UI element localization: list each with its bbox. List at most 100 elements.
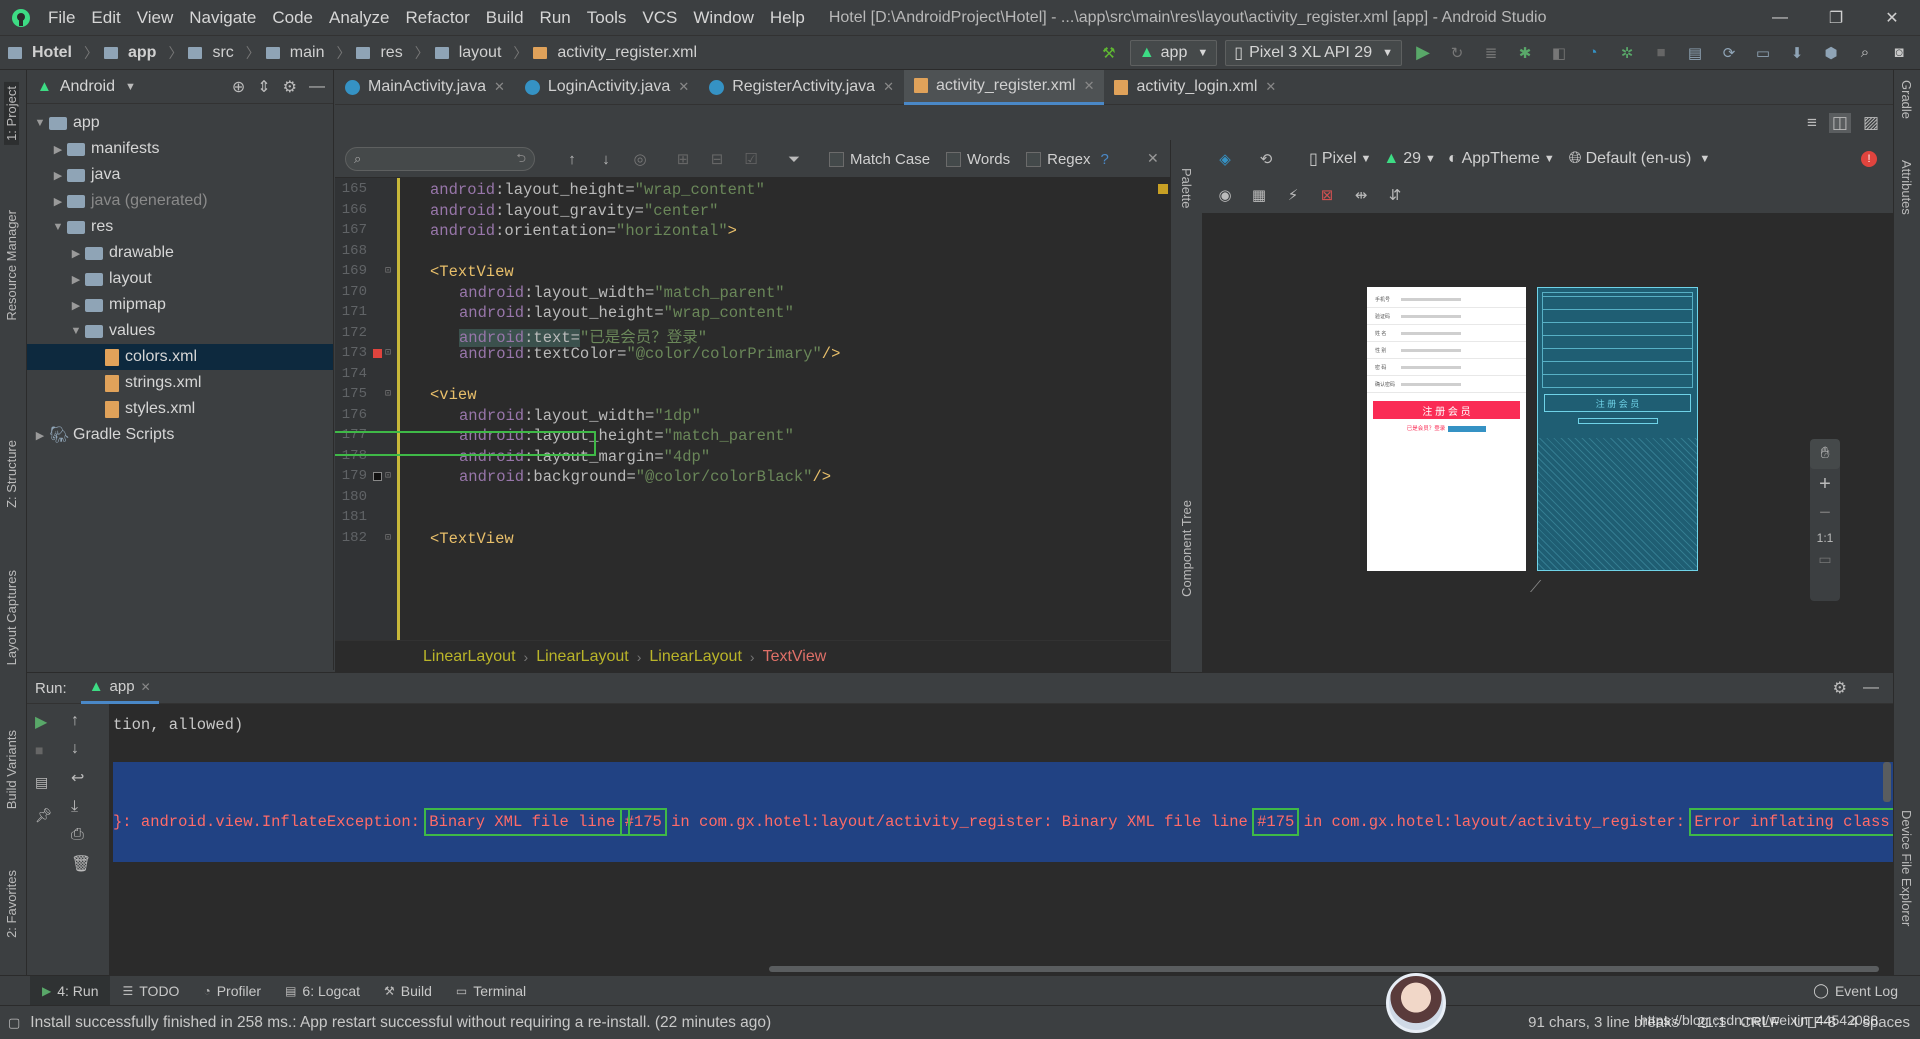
run-console[interactable]: tion, allowed) }: android.view.InflateEx… <box>109 704 1893 975</box>
resize-handle-icon[interactable]: ⟋ <box>1530 579 1541 597</box>
bottom-tab[interactable]: ▭ Terminal <box>444 976 538 1006</box>
sdk-manager-icon[interactable]: ⬇ <box>1785 41 1809 65</box>
menu-refactor[interactable]: Refactor <box>397 0 477 36</box>
stop-run-icon[interactable]: ■ <box>35 742 53 758</box>
settings-gear-icon[interactable]: ⚙ <box>283 77 297 97</box>
search-everywhere-icon[interactable]: ⌕ <box>1853 41 1877 65</box>
code-editor[interactable]: 165 166 167 168 169 170 171 172 173 174 175 176 177 1… <box>335 178 1170 640</box>
theme-dropdown[interactable]: ◐ AppTheme ▼ <box>1448 150 1555 168</box>
event-log-tab[interactable]: ◯ Event Log <box>1801 976 1910 1006</box>
color-swatch-icon[interactable] <box>373 472 382 481</box>
design-surface[interactable]: 手机号 验证码姓 名性 别密 码确认密码 注 册 会 员 已是会员？登录 注 册 … <box>1202 214 1893 672</box>
words-checkbox[interactable] <box>946 151 962 167</box>
tree-item[interactable]: strings.xml <box>27 370 333 396</box>
tab-activity_register-xml[interactable]: activity_register.xml ✕ <box>903 69 1105 105</box>
breakpoint-marker-icon[interactable] <box>373 349 382 358</box>
tree-item[interactable]: ▼ app <box>27 110 333 136</box>
apply-changes-icon[interactable]: ↻ <box>1445 41 1469 65</box>
user-account-icon[interactable]: ◙ <box>1887 41 1911 65</box>
tree-item[interactable]: ▶ drawable <box>27 240 333 266</box>
close-window-button[interactable]: ✕ <box>1864 0 1920 36</box>
collapsed-arrow-icon[interactable]: ▶ <box>69 273 83 286</box>
next-occurrence-icon[interactable]: ↓ <box>594 147 618 171</box>
menu-file[interactable]: File <box>40 0 83 36</box>
tab-mainactivity-java[interactable]: MainActivity.java ✕ <box>335 70 515 105</box>
tree-item[interactable]: ▼ values <box>27 318 333 344</box>
bottom-tab[interactable]: ▤ 6: Logcat <box>273 976 372 1006</box>
soft-wrap-icon[interactable]: ↩ <box>71 768 91 788</box>
bottom-tab[interactable]: ▶ 4: Run <box>30 975 111 1006</box>
layout-inspector-icon[interactable]: ⬢ <box>1819 41 1843 65</box>
collapsed-arrow-icon[interactable]: ▶ <box>51 143 65 156</box>
build-hammer-icon[interactable]: ⚒ <box>1097 41 1121 65</box>
error-badge-icon[interactable]: ! <box>1861 151 1877 167</box>
expanded-arrow-icon[interactable]: ▼ <box>33 117 47 129</box>
menu-analyze[interactable]: Analyze <box>321 0 397 36</box>
find-input[interactable]: ⌕ ⮌ <box>345 147 535 171</box>
menu-build[interactable]: Build <box>478 0 532 36</box>
close-tab-icon[interactable]: ✕ <box>883 79 894 95</box>
tab-build-variants[interactable]: Build Variants <box>4 730 19 809</box>
tree-item[interactable]: ▶ 🐘︎ Gradle Scripts <box>27 422 333 448</box>
tab-attributes[interactable]: Attributes <box>1899 160 1914 215</box>
clear-constraints-icon[interactable]: ⊠ <box>1315 183 1339 207</box>
locale-dropdown[interactable]: 🌐︎ Default (en-us) ▼ <box>1569 150 1711 168</box>
tab-resource-manager[interactable]: Resource Manager <box>4 210 19 321</box>
breadcrumb-item[interactable]: Hotel <box>8 44 78 62</box>
tab-structure[interactable]: Z: Structure <box>4 440 19 508</box>
maximize-button[interactable]: ❐ <box>1808 0 1864 36</box>
apply-code-changes-icon[interactable]: ≣ <box>1479 41 1503 65</box>
tree-item[interactable]: ▶ mipmap <box>27 292 333 318</box>
api-dropdown[interactable]: ▲ 29 ▼ <box>1383 150 1436 168</box>
close-tab-icon[interactable]: ✕ <box>1084 78 1095 94</box>
code-view-icon[interactable]: ≡ <box>1807 113 1817 133</box>
words-option[interactable]: Words <box>946 151 1010 168</box>
pin-tab-icon[interactable]: 📌︎ <box>35 807 53 824</box>
expanded-arrow-icon[interactable]: ▼ <box>51 221 65 233</box>
tab-project[interactable]: 1: Project <box>4 82 19 145</box>
remove-occurrence-icon[interactable]: ⊟ <box>705 147 729 171</box>
close-find-icon[interactable]: ✕ <box>1147 150 1159 167</box>
run-tab-app[interactable]: ▲ app ✕ <box>80 673 159 704</box>
menu-edit[interactable]: Edit <box>83 0 128 36</box>
layout-preview[interactable]: 手机号 验证码姓 名性 别密 码确认密码 注 册 会 员 已是会员？登录 <box>1367 287 1526 571</box>
tab-palette[interactable]: Palette <box>1179 168 1194 208</box>
fold-marker-icon[interactable]: ⊡ <box>385 532 391 544</box>
tab-activity_login-xml[interactable]: activity_login.xml ✕ <box>1104 70 1286 105</box>
hide-panel-icon[interactable]: — <box>309 78 325 96</box>
menu-run[interactable]: Run <box>532 0 579 36</box>
zoom-in-icon[interactable]: + <box>1810 473 1840 496</box>
breadcrumb-item[interactable]: src <box>188 44 239 62</box>
profile-icon[interactable]: ◔ <box>1581 41 1605 65</box>
project-structure-icon[interactable]: ▤ <box>1683 41 1707 65</box>
blueprint-icon[interactable]: ▦ <box>1247 183 1271 207</box>
attach-debugger-icon[interactable]: ✲ <box>1615 41 1639 65</box>
search-history-icon[interactable]: ⮌ <box>516 149 526 170</box>
print-icon[interactable]: ⎙ <box>71 826 91 844</box>
collapsed-arrow-icon[interactable]: ▶ <box>33 429 47 442</box>
run-config-select[interactable]: ▲ app ▼ <box>1129 39 1218 66</box>
tree-item[interactable]: colors.xml <box>27 344 333 370</box>
regex-checkbox[interactable] <box>1026 151 1042 167</box>
collapsed-arrow-icon[interactable]: ▶ <box>51 169 65 182</box>
tree-item[interactable]: ▶ java (generated) <box>27 188 333 214</box>
breadcrumb-item[interactable]: layout <box>434 44 508 62</box>
clear-all-icon[interactable]: 🗑︎ <box>71 854 91 874</box>
bottom-tab[interactable]: ◔ Profiler <box>191 976 273 1006</box>
tree-item[interactable]: ▶ java <box>27 162 333 188</box>
tab-loginactivity-java[interactable]: LoginActivity.java ✕ <box>515 70 699 105</box>
fold-marker-icon[interactable]: ⊡ <box>385 470 391 482</box>
design-surface-icon[interactable]: ◈ <box>1213 147 1237 171</box>
tab-device-file-explorer[interactable]: Device File Explorer <box>1899 810 1914 926</box>
device-select[interactable]: ▯ Pixel 3 XL API 29 ▼ <box>1225 39 1402 66</box>
run-settings-gear-icon[interactable]: ⚙ <box>1833 678 1847 698</box>
design-view-icon[interactable]: ▨ <box>1863 113 1879 133</box>
fold-marker-icon[interactable]: ⊡ <box>385 388 391 400</box>
match-case-option[interactable]: Match Case <box>829 151 930 168</box>
stop-icon[interactable]: ■ <box>1649 41 1673 65</box>
regex-option[interactable]: Regex? <box>1026 151 1109 168</box>
bottom-tab[interactable]: ☰ TODO <box>110 976 191 1006</box>
expanded-arrow-icon[interactable]: ▼ <box>69 325 83 337</box>
blueprint-preview[interactable]: 注 册 会 员 <box>1537 287 1698 571</box>
menu-view[interactable]: View <box>129 0 182 36</box>
